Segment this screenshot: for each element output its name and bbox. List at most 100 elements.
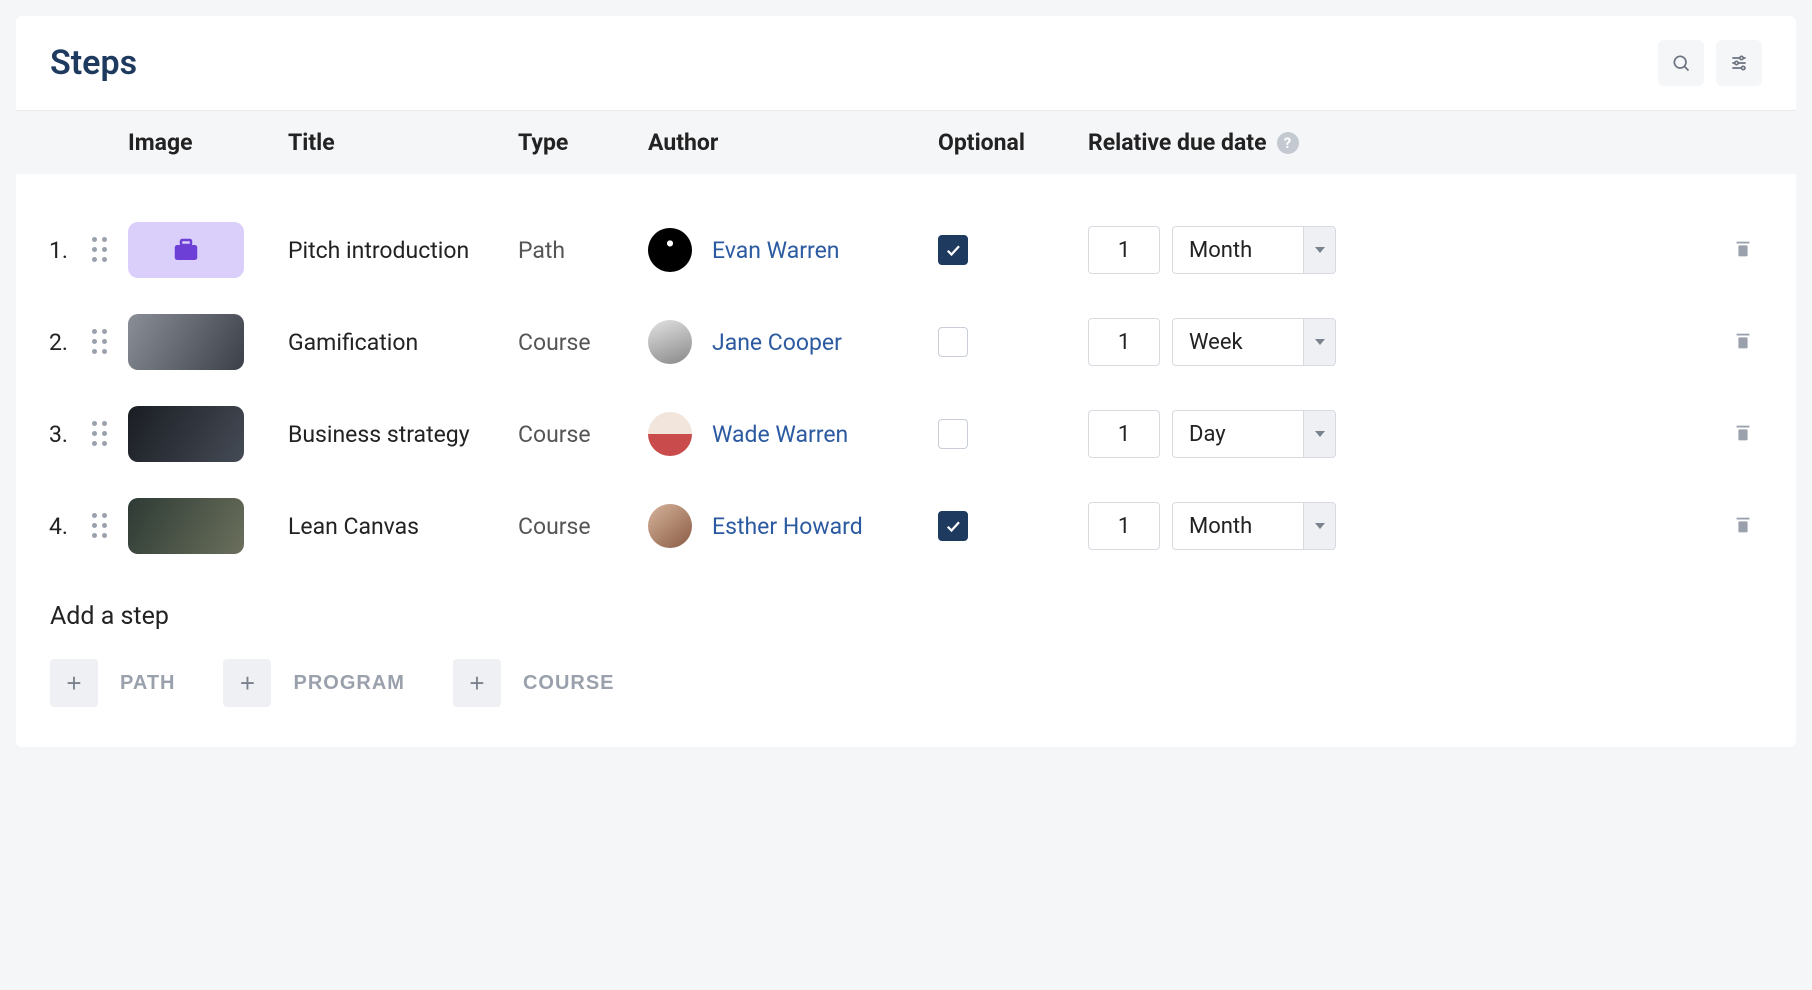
due-unit-dropdown[interactable] <box>1304 410 1336 458</box>
row-title: Pitch introduction <box>288 237 518 264</box>
author-link[interactable]: Esther Howard <box>712 513 863 540</box>
due-value-input[interactable]: 1 <box>1088 502 1160 550</box>
thumbnail-cell <box>128 406 288 462</box>
row-author: Evan Warren <box>648 228 938 272</box>
actions-cell <box>1408 330 1796 355</box>
thumbnail <box>128 498 244 554</box>
optional-checkbox[interactable] <box>938 235 968 265</box>
col-optional: Optional <box>938 129 1088 156</box>
actions-cell <box>1408 238 1796 263</box>
table-row: 3. Business strategy Course Wade Warren … <box>16 388 1796 480</box>
row-type: Course <box>518 329 648 356</box>
due-date: 1 Week <box>1088 318 1408 366</box>
page-title: Steps <box>50 43 137 83</box>
due-date: 1 Day <box>1088 410 1408 458</box>
drag-icon <box>92 329 108 355</box>
add-path-button[interactable]: + PATH <box>50 659 175 707</box>
due-unit-select[interactable]: Month <box>1172 502 1304 550</box>
due-date: 1 Month <box>1088 226 1408 274</box>
row-author: Wade Warren <box>648 412 938 456</box>
optional-cell <box>938 511 1088 541</box>
optional-checkbox[interactable] <box>938 327 968 357</box>
delete-button[interactable] <box>1732 514 1754 539</box>
drag-handle[interactable] <box>72 329 128 355</box>
col-due: Relative due date ? <box>1088 129 1408 156</box>
table-row: 4. Lean Canvas Course Esther Howard 1 Mo… <box>16 480 1796 572</box>
briefcase-icon <box>171 235 201 265</box>
drag-icon <box>92 421 108 447</box>
drag-handle[interactable] <box>72 237 128 263</box>
due-date: 1 Month <box>1088 502 1408 550</box>
trash-icon <box>1732 514 1754 536</box>
table-header: Image Title Type Author Optional Relativ… <box>16 111 1796 174</box>
steps-card: Steps Image Title Type Author Optional R… <box>16 16 1796 747</box>
author-link[interactable]: Wade Warren <box>712 421 848 448</box>
optional-cell <box>938 235 1088 265</box>
row-author: Esther Howard <box>648 504 938 548</box>
delete-button[interactable] <box>1732 330 1754 355</box>
delete-button[interactable] <box>1732 422 1754 447</box>
due-unit-dropdown[interactable] <box>1304 318 1336 366</box>
row-type: Course <box>518 513 648 540</box>
add-program-button[interactable]: + PROGRAM <box>223 659 404 707</box>
due-value-input[interactable]: 1 <box>1088 226 1160 274</box>
row-title: Lean Canvas <box>288 513 518 540</box>
sliders-icon <box>1729 53 1749 73</box>
filter-button[interactable] <box>1716 40 1762 86</box>
add-course-label: COURSE <box>523 672 615 695</box>
plus-icon: + <box>50 659 98 707</box>
trash-icon <box>1732 330 1754 352</box>
add-step-section: Add a step + PATH + PROGRAM + COURSE <box>16 572 1796 747</box>
add-path-label: PATH <box>120 672 175 695</box>
chevron-down-icon <box>1315 339 1325 345</box>
actions-cell <box>1408 514 1796 539</box>
optional-checkbox[interactable] <box>938 419 968 449</box>
drag-icon <box>92 513 108 539</box>
help-icon[interactable]: ? <box>1277 132 1299 154</box>
plus-icon: + <box>453 659 501 707</box>
thumbnail-cell <box>128 314 288 370</box>
due-value-input[interactable]: 1 <box>1088 410 1160 458</box>
due-unit-select[interactable]: Month <box>1172 226 1304 274</box>
optional-cell <box>938 327 1088 357</box>
optional-checkbox[interactable] <box>938 511 968 541</box>
chevron-down-icon <box>1315 431 1325 437</box>
card-header: Steps <box>16 16 1796 111</box>
row-type: Path <box>518 237 648 264</box>
thumbnail-cell <box>128 498 288 554</box>
drag-handle[interactable] <box>72 513 128 539</box>
author-link[interactable]: Jane Cooper <box>712 329 842 356</box>
row-type: Course <box>518 421 648 448</box>
chevron-down-icon <box>1315 247 1325 253</box>
row-number: 1. <box>16 237 72 264</box>
trash-icon <box>1732 238 1754 260</box>
table-row: 2. Gamification Course Jane Cooper 1 Wee… <box>16 296 1796 388</box>
add-program-label: PROGRAM <box>293 672 404 695</box>
avatar <box>648 504 692 548</box>
search-button[interactable] <box>1658 40 1704 86</box>
drag-handle[interactable] <box>72 421 128 447</box>
table-row: 1. Pitch introduction Path Evan Warren <box>16 204 1796 296</box>
row-title: Business strategy <box>288 421 518 448</box>
optional-cell <box>938 419 1088 449</box>
col-type: Type <box>518 129 648 156</box>
check-icon <box>944 241 962 259</box>
due-unit-dropdown[interactable] <box>1304 226 1336 274</box>
due-unit-select[interactable]: Week <box>1172 318 1304 366</box>
thumbnail <box>128 222 244 278</box>
author-link[interactable]: Evan Warren <box>712 237 840 264</box>
col-image: Image <box>128 129 288 156</box>
row-number: 3. <box>16 421 72 448</box>
col-due-label: Relative due date <box>1088 129 1267 156</box>
due-unit-dropdown[interactable] <box>1304 502 1336 550</box>
due-unit-select[interactable]: Day <box>1172 410 1304 458</box>
col-author: Author <box>648 129 938 156</box>
row-number: 4. <box>16 513 72 540</box>
add-course-button[interactable]: + COURSE <box>453 659 615 707</box>
due-value-input[interactable]: 1 <box>1088 318 1160 366</box>
search-icon <box>1671 53 1691 73</box>
plus-icon: + <box>223 659 271 707</box>
avatar <box>648 412 692 456</box>
check-icon <box>944 517 962 535</box>
delete-button[interactable] <box>1732 238 1754 263</box>
